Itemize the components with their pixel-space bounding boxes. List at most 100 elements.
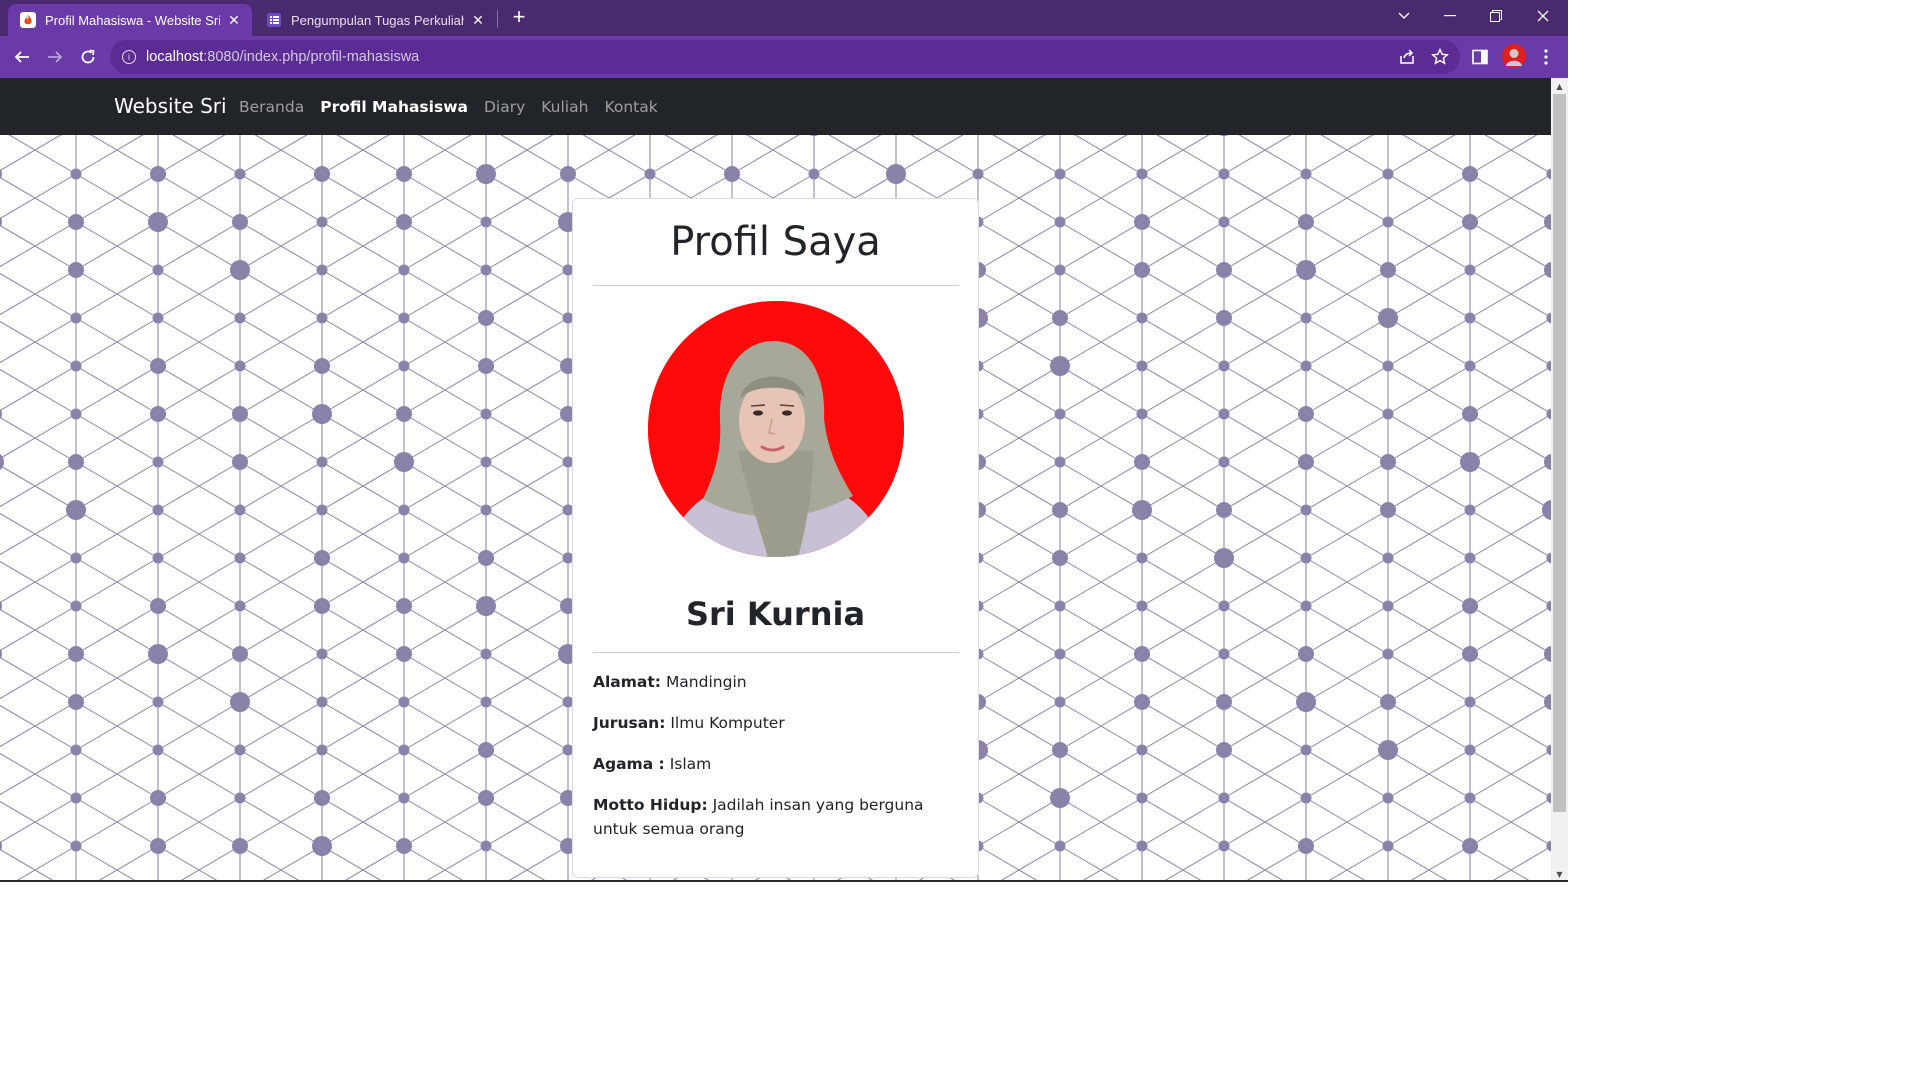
pattern-node [70,168,82,180]
web-page: Website Sri Beranda Profil Mahasiswa Dia… [0,78,1568,882]
nav-beranda[interactable]: Beranda [239,98,304,116]
pattern-node [150,598,166,614]
site-brand[interactable]: Website Sri [114,94,227,118]
pattern-node [152,504,164,516]
pattern-node [1218,456,1230,468]
pattern-node [70,312,82,324]
tab-pengumpulan-tugas[interactable]: Pengumpulan Tugas Perkuliahan ✕ [254,4,496,36]
pattern-node [232,646,248,662]
pattern-node [234,552,246,564]
pattern-node [66,500,86,520]
pattern-node [1134,694,1150,710]
field-label: Jurusan: [593,714,666,732]
nav-kontak[interactable]: Kontak [604,98,657,116]
pattern-node [1464,792,1476,804]
pattern-node [234,792,246,804]
close-window-icon[interactable] [1520,0,1566,32]
pattern-node [1380,262,1396,278]
pattern-node [1300,504,1312,516]
field-label: Alamat: [593,673,661,691]
profile-photo [648,301,904,557]
pattern-node [1462,214,1478,230]
pattern-node [1216,262,1232,278]
pattern-node [230,260,250,280]
field-agama: Agama : Islam [593,752,959,776]
pattern-node [316,744,328,756]
reload-icon[interactable] [75,44,101,70]
pattern-node [0,216,2,228]
pattern-node [316,648,328,660]
tab-close-icon[interactable]: ✕ [226,12,242,29]
forward-arrow-icon[interactable] [42,44,68,70]
side-panel-icon[interactable] [1469,46,1491,68]
pattern-node [1380,454,1396,470]
new-tab-plus-icon[interactable]: + [509,6,529,28]
pattern-node [1300,744,1312,756]
pattern-node [232,214,248,230]
pattern-node [1136,552,1148,564]
pattern-node [232,454,248,470]
tab-profil-mahasiswa[interactable]: Profil Mahasiswa - Website Sri ✕ [8,4,252,36]
site-info-icon[interactable]: i [122,50,136,64]
pattern-node [312,836,332,856]
pattern-node [1300,600,1312,612]
bookmark-star-icon[interactable] [1429,46,1451,68]
pattern-node [1136,840,1148,852]
nav-diary[interactable]: Diary [484,98,525,116]
pattern-node [68,214,84,230]
address-bar[interactable]: i localhost:8080/index.php/profil-mahasi… [110,40,1460,74]
pattern-node [234,360,246,372]
profile-avatar-icon[interactable] [1502,44,1526,68]
pattern-node [1136,360,1148,372]
pattern-node [398,504,410,516]
minimize-icon[interactable] [1427,0,1473,32]
pattern-node [1134,454,1150,470]
pattern-node [1054,264,1066,276]
nav-links: Beranda Profil Mahasiswa Diary Kuliah Ko… [239,98,674,116]
browser-tab-bar: Profil Mahasiswa - Website Sri ✕ Pengump… [0,0,1568,36]
pattern-node [234,744,246,756]
profile-name: Sri Kurnia [685,595,866,633]
pattern-node [1052,502,1068,518]
pattern-node [1462,838,1478,854]
pattern-node [398,264,410,276]
pattern-node [1296,692,1316,712]
pattern-node [1544,262,1560,278]
vertical-scrollbar[interactable]: ▲ ▼ [1551,78,1568,882]
pattern-node [70,552,82,564]
share-icon[interactable] [1396,46,1418,68]
tab-close-icon[interactable]: ✕ [470,12,486,29]
pattern-node [1218,648,1230,660]
tab-search-chevron-icon[interactable] [1381,0,1427,32]
pattern-node [1136,312,1148,324]
back-arrow-icon[interactable] [9,44,35,70]
pattern-node [1382,216,1394,228]
pattern-node [1464,696,1476,708]
pattern-node [1464,360,1476,372]
restore-icon[interactable] [1473,0,1519,32]
pattern-node [150,358,166,374]
pattern-node [1380,694,1396,710]
scroll-up-arrow-icon[interactable]: ▲ [1551,78,1568,94]
pattern-node [148,212,168,232]
url-host: localhost [146,49,204,65]
pattern-node [68,646,84,662]
form-list-favicon-icon [266,12,282,28]
pattern-node [972,168,984,180]
nav-kuliah[interactable]: Kuliah [541,98,588,116]
nav-profil-mahasiswa[interactable]: Profil Mahasiswa [320,98,468,116]
pattern-node [1136,408,1148,420]
pattern-node [152,696,164,708]
more-menu-icon[interactable] [1535,46,1557,68]
pattern-node [150,790,166,806]
pattern-node [150,166,166,182]
field-label: Motto Hidup: [593,796,708,814]
field-value: Ilmu Komputer [670,714,785,732]
scrollbar-thumb[interactable] [1553,94,1566,812]
pattern-node [70,600,82,612]
pattern-node [0,454,4,470]
pattern-node [314,358,330,374]
pattern-node [398,744,410,756]
pattern-node [1462,598,1478,614]
field-alamat: Alamat: Mandingin [593,670,959,694]
